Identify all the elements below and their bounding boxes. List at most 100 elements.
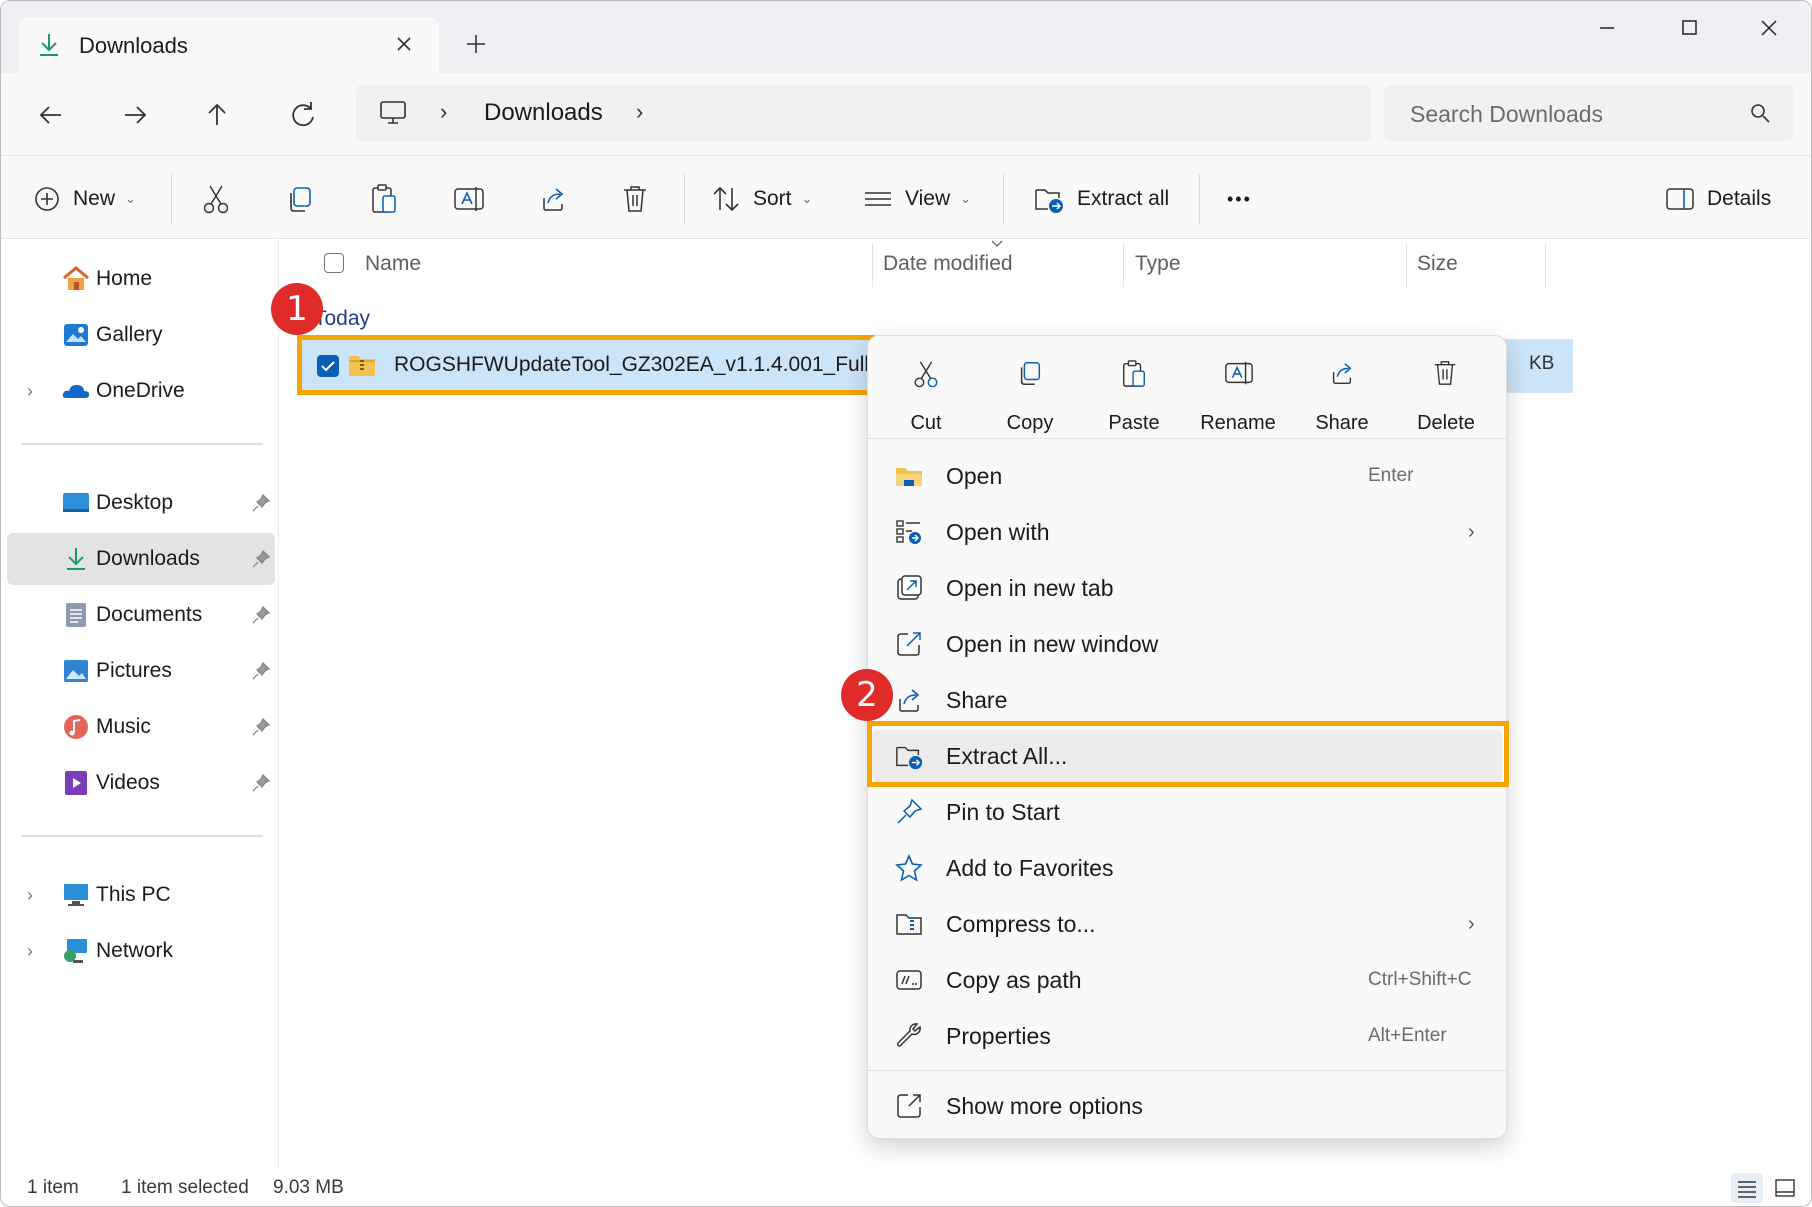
cut-icon [914, 361, 938, 388]
menu-item-show-more-options[interactable]: Show more options [872, 1080, 1502, 1132]
sidebar-item-videos[interactable]: Videos [7, 757, 275, 809]
menu-item-open-in-new-tab[interactable]: Open in new tab [872, 562, 1502, 614]
menu-item-copy-as-path[interactable]: Copy as path Ctrl+Shift+C [872, 954, 1502, 1006]
menu-item-pin-to-start[interactable]: Pin to Start [872, 786, 1502, 838]
pin-icon[interactable] [251, 549, 271, 569]
sidebar-item-home[interactable]: Home [7, 253, 275, 305]
close-window-icon[interactable] [1749, 13, 1789, 43]
pin-icon[interactable] [251, 605, 271, 625]
minimize-icon[interactable] [1587, 13, 1627, 43]
delete-button[interactable] [621, 182, 649, 216]
sidebar-item-pictures[interactable]: Pictures [7, 645, 275, 697]
status-selected: 1 item selected [121, 1177, 249, 1198]
menu-item-add-to-favorites[interactable]: Add to Favorites [872, 842, 1502, 894]
rename-icon [454, 187, 484, 211]
search-icon[interactable] [1748, 101, 1772, 125]
context-rename-button[interactable]: Rename [1188, 350, 1288, 434]
step-badge-2: 2 [841, 669, 893, 721]
sidebar-item-downloads[interactable]: Downloads [7, 533, 275, 585]
search-box[interactable]: Search Downloads [1384, 85, 1794, 141]
pin-icon[interactable] [251, 717, 271, 737]
chevron-down-icon: ⌄ [801, 191, 813, 206]
sidebar-item-label: OneDrive [96, 379, 185, 402]
sidebar-item-this-pc[interactable]: › This PC [7, 869, 275, 921]
copy-button[interactable] [285, 182, 315, 216]
breadcrumb-downloads[interactable]: Downloads [484, 99, 603, 127]
maximize-icon[interactable] [1669, 13, 1709, 43]
context-paste-button[interactable]: Paste [1084, 350, 1184, 434]
new-tab-icon[interactable] [461, 29, 491, 59]
extract-all-button[interactable]: Extract all [1033, 182, 1169, 216]
column-divider[interactable] [1406, 243, 1407, 287]
menu-item-properties[interactable]: Properties Alt+Enter [872, 1010, 1502, 1062]
this-pc-icon[interactable] [378, 99, 408, 127]
menu-item-open-in-new-window[interactable]: Open in new window [872, 618, 1502, 670]
details-button[interactable]: Details [1665, 182, 1771, 216]
highlight-box-file [297, 335, 875, 395]
menu-item-label: Open [946, 462, 1003, 489]
menu-item-compress-to[interactable]: Compress to... › [872, 898, 1502, 950]
menu-item-share[interactable]: Share [872, 674, 1502, 726]
file-size-cell: KB [1521, 339, 1573, 393]
menu-item-label: Pin to Start [946, 798, 1060, 825]
context-copy-button[interactable]: Copy [980, 350, 1080, 434]
sidebar-item-music[interactable]: Music [7, 701, 275, 753]
cut-button[interactable] [201, 182, 231, 216]
column-divider[interactable] [872, 243, 873, 287]
tiles-view-icon[interactable] [1769, 1173, 1801, 1203]
sidebar-item-network[interactable]: › Network [7, 925, 275, 977]
sort-button[interactable]: Sort ⌄ [711, 182, 812, 216]
sidebar-item-documents[interactable]: Documents [7, 589, 275, 641]
menu-item-label: Open in new tab [946, 574, 1114, 601]
back-arrow-icon[interactable] [29, 93, 73, 137]
context-delete-button[interactable]: Delete [1396, 350, 1496, 434]
see-more-button[interactable]: ••• [1227, 182, 1252, 216]
context-cut-button[interactable]: Cut [876, 350, 976, 434]
pin-icon [897, 798, 923, 824]
menu-item-open-with[interactable]: Open with › [872, 506, 1502, 558]
share-button[interactable] [538, 182, 568, 216]
breadcrumb-separator[interactable]: › [636, 99, 643, 125]
pictures-icon [64, 660, 88, 682]
column-header-type[interactable]: Type [1135, 239, 1181, 289]
column-header-size[interactable]: Size [1417, 239, 1458, 289]
sidebar-item-desktop[interactable]: Desktop [7, 477, 275, 529]
column-divider[interactable] [1123, 243, 1124, 287]
new-button[interactable]: New ⌄ [33, 182, 136, 216]
pin-icon[interactable] [251, 773, 271, 793]
copy-icon [290, 187, 311, 212]
close-tab-icon[interactable] [389, 29, 419, 59]
cut-icon [203, 185, 229, 214]
menu-item-label: Show more options [946, 1092, 1143, 1119]
pin-icon[interactable] [251, 661, 271, 681]
sidebar-item-label: Pictures [96, 659, 172, 682]
menu-item-open[interactable]: Open Enter [872, 450, 1502, 502]
column-header-name[interactable]: Name [365, 239, 421, 289]
address-bar[interactable]: › Downloads › [356, 85, 1371, 141]
chevron-right-icon[interactable]: › [27, 941, 33, 962]
refresh-icon[interactable] [281, 93, 325, 137]
select-all-checkbox[interactable] [324, 253, 344, 273]
sidebar-item-label: Network [96, 939, 174, 962]
paste-button[interactable] [369, 182, 399, 216]
search-placeholder[interactable]: Search Downloads [1410, 101, 1603, 128]
up-arrow-icon[interactable] [195, 93, 239, 137]
context-share-button[interactable]: Share [1292, 350, 1392, 434]
more-options-icon [897, 1094, 921, 1118]
chevron-right-icon: › [1468, 912, 1475, 935]
pin-icon[interactable] [251, 493, 271, 513]
breadcrumb-separator[interactable]: › [440, 99, 447, 125]
chevron-right-icon[interactable]: › [27, 381, 33, 402]
tab-downloads[interactable]: Downloads [19, 17, 439, 75]
view-button[interactable]: View ⌄ [863, 182, 971, 216]
forward-arrow-icon[interactable] [113, 93, 157, 137]
details-view-icon[interactable] [1731, 1173, 1763, 1203]
menu-item-label: Share [946, 686, 1008, 713]
copy-path-icon [896, 970, 922, 990]
rename-button[interactable] [453, 182, 485, 216]
column-divider[interactable] [1545, 243, 1546, 287]
details-label: Details [1707, 187, 1772, 210]
sidebar-item-gallery[interactable]: Gallery [7, 309, 275, 361]
sidebar-item-onedrive[interactable]: › OneDrive [7, 365, 275, 417]
chevron-right-icon[interactable]: › [27, 885, 33, 906]
